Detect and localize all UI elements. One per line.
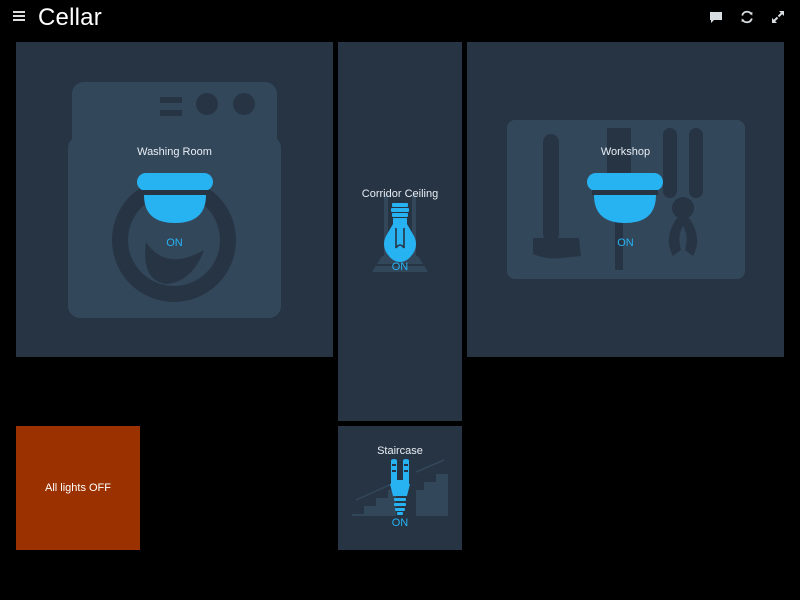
all-lights-off-label: All lights OFF — [44, 482, 111, 494]
tile-workshop[interactable]: Workshop ON — [467, 42, 784, 357]
header-bar: Cellar — [0, 0, 800, 36]
tile-label: Workshop — [600, 146, 651, 158]
tile-corridor-ceiling[interactable]: Corridor Ceiling ON — [338, 42, 462, 421]
tile-staircase[interactable]: Staircase ON — [338, 426, 462, 550]
tile-state: ON — [617, 237, 634, 249]
tile-label: Staircase — [377, 445, 423, 457]
menu-icon[interactable] — [13, 9, 25, 23]
fullscreen-icon[interactable] — [769, 8, 787, 26]
refresh-icon[interactable] — [738, 8, 756, 26]
cfl-bulb-icon — [390, 459, 410, 515]
tile-state: ON — [391, 517, 409, 529]
tile-washing-room[interactable]: Washing Room ON — [16, 42, 333, 357]
all-lights-off-button[interactable]: All lights OFF — [16, 426, 140, 550]
tile-state: ON — [391, 261, 409, 273]
ceiling-light-icon — [137, 173, 213, 223]
comment-icon[interactable] — [707, 8, 725, 26]
page-title: Cellar — [38, 4, 102, 31]
ceiling-light-icon — [587, 173, 663, 223]
tile-label: Washing Room — [137, 146, 212, 158]
tile-state: ON — [166, 237, 183, 249]
light-bulb-icon — [384, 203, 416, 262]
tile-label: Corridor Ceiling — [361, 188, 439, 200]
